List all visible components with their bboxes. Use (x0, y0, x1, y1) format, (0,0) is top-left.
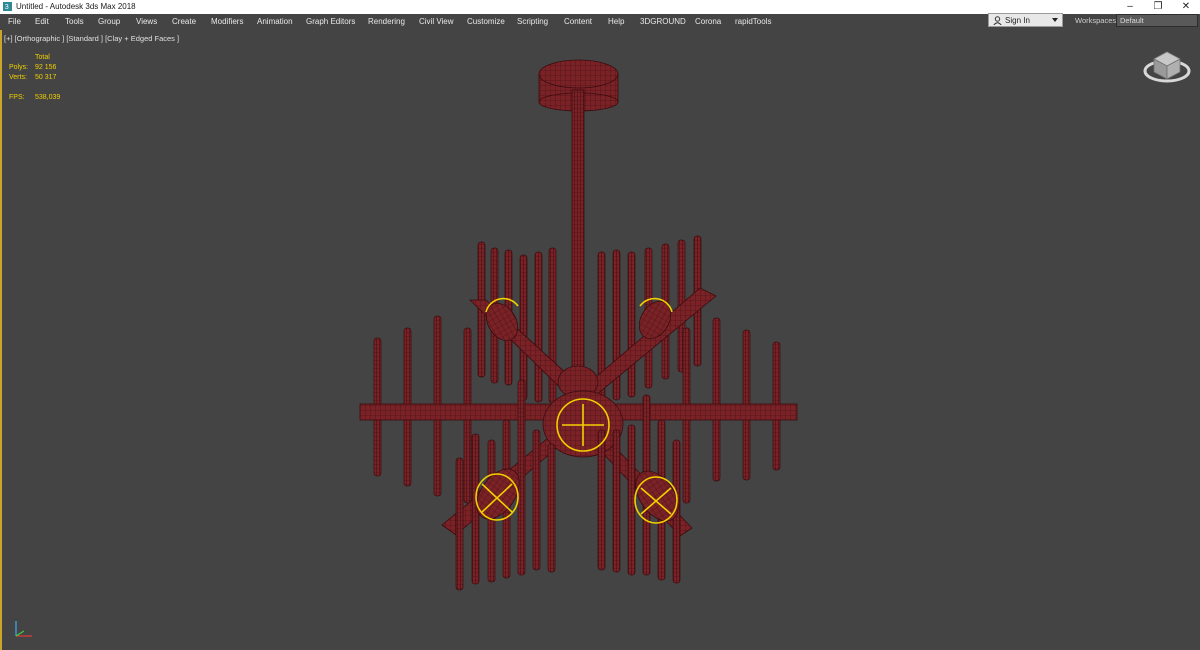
polys-label: Polys: (9, 64, 29, 71)
viewport-scene[interactable] (0, 0, 1200, 650)
polys-value: 92 156 (35, 64, 57, 71)
verts-value: 50 317 (35, 74, 57, 81)
viewport-label[interactable]: [+] [Orthographic ] [Standard ] [Clay + … (4, 34, 179, 43)
fps-label: FPS: (9, 94, 25, 101)
viewcube-icon[interactable] (1142, 49, 1192, 87)
chandelier-model[interactable] (359, 59, 798, 591)
center-stem (571, 89, 585, 381)
fps-value: 538,039 (35, 94, 61, 101)
stats-header: Total (35, 54, 50, 61)
axis-tripod-icon (15, 621, 32, 637)
verts-label: Verts: (9, 74, 27, 81)
